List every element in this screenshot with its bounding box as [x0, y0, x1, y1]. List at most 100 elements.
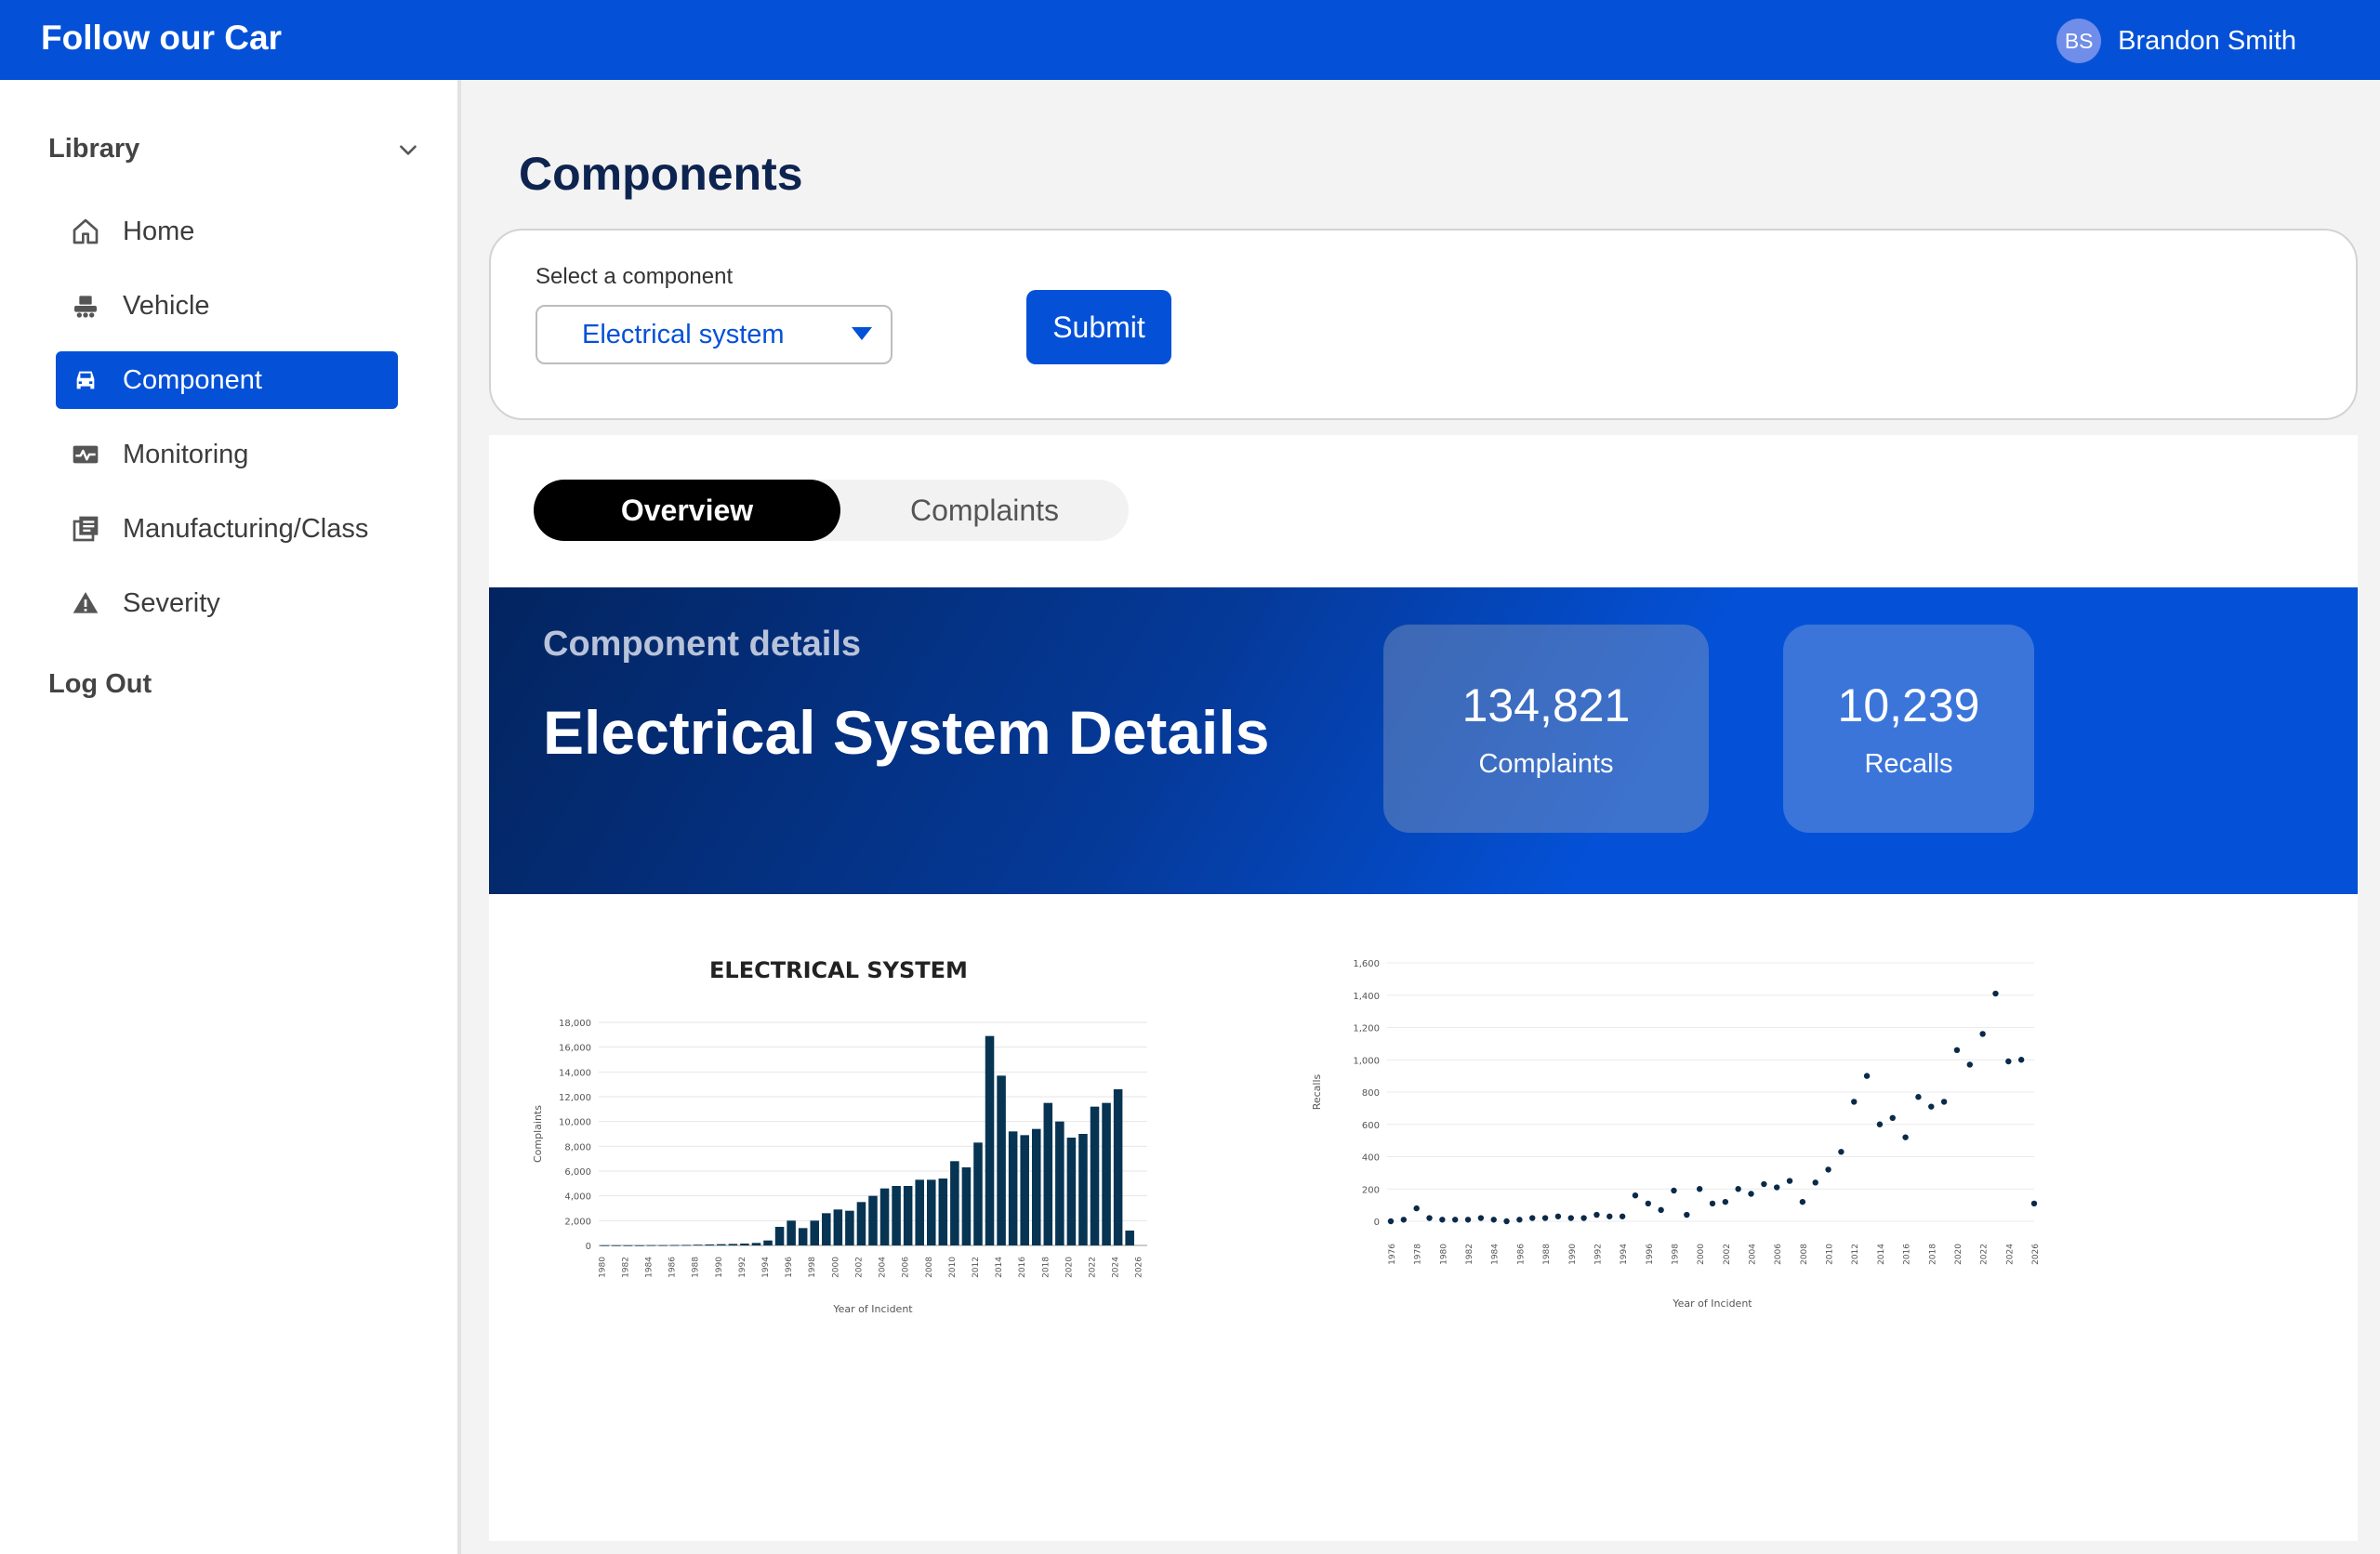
scatter-point — [1413, 1205, 1420, 1212]
scatter-point — [1863, 1073, 1871, 1079]
y-tick-label: 16,000 — [559, 1044, 591, 1054]
bar — [1125, 1231, 1134, 1245]
scatter-point — [1799, 1198, 1806, 1205]
banner-subtitle: Component details — [543, 625, 862, 664]
monitor-icon — [73, 445, 99, 464]
x-tick-label: 1984 — [1491, 1244, 1501, 1265]
x-tick-label: 1996 — [1646, 1244, 1655, 1265]
bar — [938, 1179, 948, 1245]
bar — [787, 1220, 796, 1245]
x-tick-label: 2006 — [902, 1257, 911, 1278]
scatter-point — [1593, 1211, 1600, 1218]
tab-bar: Overview Complaints — [534, 480, 1129, 541]
bar — [1043, 1102, 1053, 1245]
sidebar-item-label: Home — [123, 216, 195, 246]
scatter-point — [1915, 1094, 1922, 1100]
x-tick-label: 1988 — [692, 1257, 701, 1278]
select-label: Select a component — [536, 264, 734, 289]
bar — [658, 1245, 668, 1246]
bar — [740, 1244, 749, 1245]
component-select-card: Select a component Electrical system Sub… — [489, 229, 2358, 420]
x-tick-label: 2020 — [1064, 1257, 1074, 1278]
component-banner: Component details Electrical System Deta… — [489, 587, 2358, 894]
library-section-toggle[interactable]: Library — [48, 134, 420, 165]
y-tick-label: 0 — [586, 1242, 591, 1252]
bar — [669, 1245, 680, 1246]
scatter-point — [1928, 1103, 1935, 1110]
sidebar-item-severity[interactable]: Severity — [56, 574, 398, 632]
x-tick-label: 1994 — [761, 1257, 771, 1278]
x-tick-label: 2020 — [1954, 1244, 1964, 1265]
x-tick-label: 2008 — [1800, 1244, 1809, 1265]
scatter-point — [1940, 1099, 1948, 1105]
library-title: Library — [48, 134, 140, 164]
scatter-point — [1387, 1218, 1395, 1225]
scatter-point — [1902, 1134, 1909, 1140]
bar — [1008, 1131, 1018, 1245]
scatter-point — [1838, 1149, 1844, 1155]
page-title: Components — [519, 148, 803, 200]
bar — [822, 1213, 831, 1245]
bar — [1113, 1089, 1123, 1245]
tab-complaints[interactable]: Complaints — [840, 480, 1129, 541]
tab-overview[interactable]: Overview — [534, 480, 840, 541]
x-tick-label: 1990 — [1568, 1244, 1578, 1265]
x-tick-label: 2016 — [1018, 1257, 1027, 1278]
scatter-point — [1658, 1206, 1664, 1214]
stat-value: 10,239 — [1837, 678, 1980, 731]
scatter-point — [2005, 1058, 2012, 1065]
sidebar-item-monitoring[interactable]: Monitoring — [56, 426, 398, 483]
sidebar-item-component[interactable]: Component — [56, 351, 398, 409]
user-name[interactable]: Brandon Smith — [2118, 26, 2296, 57]
bar — [845, 1210, 854, 1245]
scatter-point — [1490, 1217, 1497, 1223]
scatter-point — [1645, 1200, 1651, 1207]
bar — [635, 1245, 644, 1246]
scatter-point — [1825, 1166, 1831, 1173]
bar — [1020, 1135, 1029, 1245]
bar — [798, 1228, 808, 1245]
x-tick-label: 2004 — [1749, 1244, 1758, 1265]
y-tick-label: 4,000 — [564, 1192, 591, 1203]
bar — [961, 1167, 972, 1245]
bar — [763, 1240, 773, 1245]
y-axis-label: Recalls — [1311, 1073, 1323, 1110]
brand-title[interactable]: Follow our Car — [41, 19, 282, 58]
y-tick-label: 10,000 — [559, 1118, 591, 1128]
chevron-down-icon — [400, 144, 416, 155]
sidebar-item-label: Manufacturing/Class — [123, 513, 369, 544]
sidebar-item-manufacturing[interactable]: Manufacturing/Class — [56, 500, 398, 558]
component-select[interactable]: Electrical system — [536, 305, 892, 364]
scatter-point — [1503, 1218, 1510, 1225]
scatter-point — [1671, 1187, 1677, 1194]
submit-button[interactable]: Submit — [1026, 290, 1171, 364]
scatter-point — [2017, 1057, 2025, 1063]
user-menu[interactable]: BS Brandon Smith — [2056, 19, 2296, 63]
bar — [623, 1245, 633, 1246]
bar — [833, 1209, 843, 1245]
stat-value: 134,821 — [1461, 678, 1631, 731]
bar — [997, 1075, 1006, 1245]
x-tick-label: 2022 — [1089, 1257, 1098, 1278]
bar — [868, 1195, 878, 1245]
avatar[interactable]: BS — [2056, 19, 2102, 63]
bar — [985, 1035, 995, 1245]
scatter-point — [1619, 1213, 1626, 1219]
library-icon — [73, 516, 99, 542]
scatter-point — [1400, 1217, 1408, 1223]
bar — [646, 1245, 656, 1246]
scatter-point — [1953, 1047, 1961, 1054]
warning-icon — [73, 592, 99, 613]
x-tick-label: 2000 — [1697, 1244, 1706, 1265]
sidebar-item-vehicle[interactable]: Vehicle — [56, 277, 398, 335]
scatter-point — [1979, 1031, 1986, 1037]
x-tick-label: 1986 — [1516, 1244, 1526, 1265]
sidebar-item-label: Severity — [123, 587, 220, 618]
x-tick-label: 2018 — [1041, 1257, 1051, 1278]
logout-link[interactable]: Log Out — [48, 669, 152, 700]
scatter-point — [1439, 1217, 1446, 1223]
x-tick-label: 2024 — [2005, 1244, 2015, 1265]
sidebar-item-home[interactable]: Home — [56, 203, 398, 260]
top-bar: Follow our Car BS Brandon Smith — [0, 0, 2380, 80]
home-icon — [73, 218, 99, 244]
